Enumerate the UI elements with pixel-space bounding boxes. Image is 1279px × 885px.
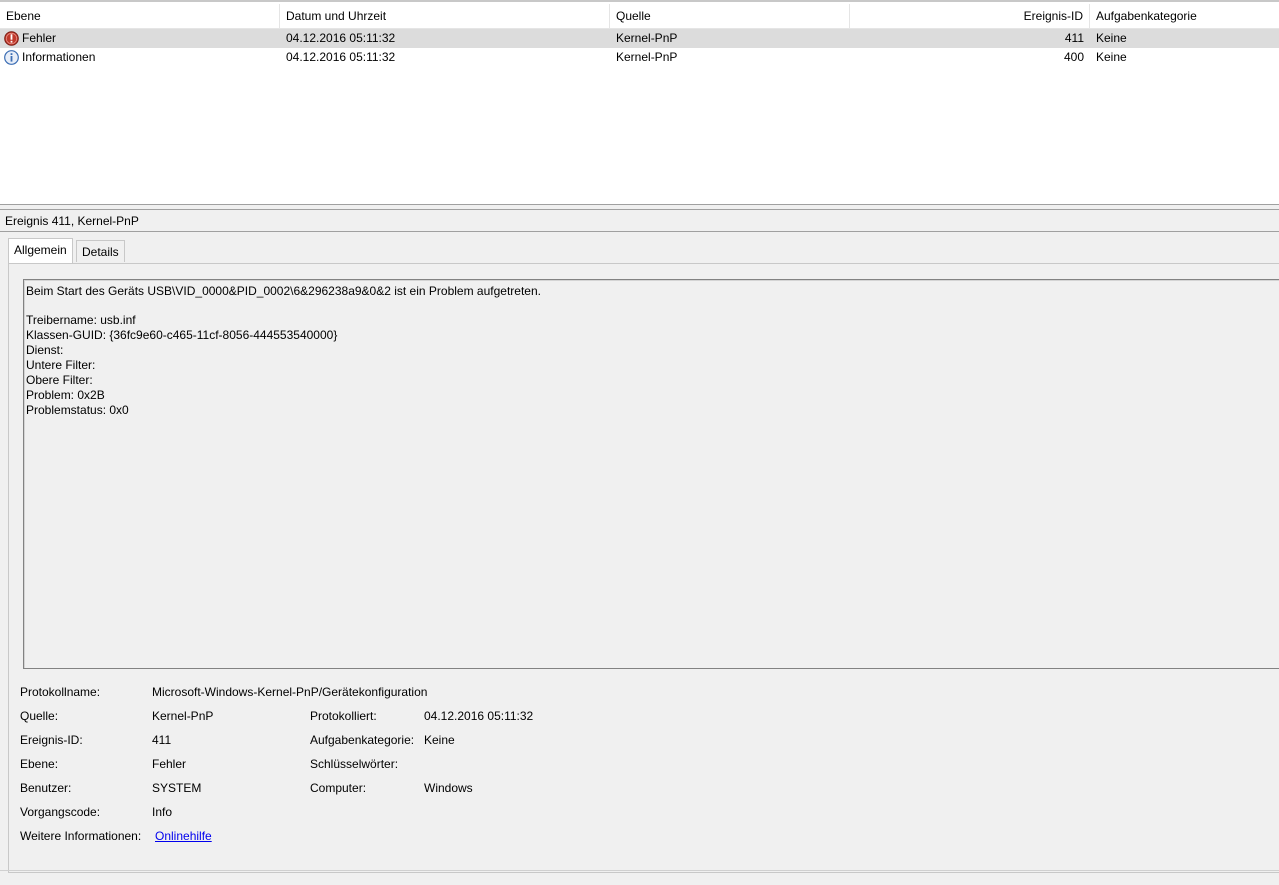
message-line: Treibername: usb.inf xyxy=(26,313,136,327)
column-header-category[interactable]: Aufgabenkategorie xyxy=(1090,4,1279,28)
column-header-level[interactable]: Ebene xyxy=(0,4,280,28)
user-value: SYSTEM xyxy=(152,781,202,795)
computer-value: Windows xyxy=(424,781,473,795)
event-category: Keine xyxy=(1096,31,1127,45)
event-message-box[interactable]: Beim Start des Geräts USB\VID_0000&PID_0… xyxy=(23,279,1279,669)
tab-details[interactable]: Details xyxy=(76,240,125,262)
message-line: Problemstatus: 0x0 xyxy=(26,403,129,417)
user-label: Benutzer: xyxy=(20,781,72,795)
status-divider xyxy=(0,870,1279,871)
message-line: Untere Filter: xyxy=(26,358,96,372)
computer-label: Computer: xyxy=(310,781,367,795)
keywords-label: Schlüsselwörter: xyxy=(310,757,399,771)
event-id-label: Ereignis-ID: xyxy=(20,733,83,747)
category-value: Keine xyxy=(424,733,455,747)
more-info-label: Weitere Informationen: xyxy=(20,829,142,843)
column-header-source[interactable]: Quelle xyxy=(610,4,850,28)
event-level: Fehler xyxy=(22,31,57,45)
level-value: Fehler xyxy=(152,757,187,771)
opcode-label: Vorgangscode: xyxy=(20,805,101,819)
event-list: Ebene Datum und Uhrzeit Quelle Ereignis-… xyxy=(0,0,1279,206)
log-name-value: Microsoft-Windows-Kernel-PnP/Gerätekonfi… xyxy=(152,685,428,699)
event-detail-title: Ereignis 411, Kernel-PnP xyxy=(0,210,1279,232)
column-header-datetime[interactable]: Datum und Uhrzeit xyxy=(280,4,610,28)
source-value: Kernel-PnP xyxy=(152,709,214,723)
message-line: Beim Start des Geräts USB\VID_0000&PID_0… xyxy=(26,284,541,298)
logged-value: 04.12.2016 05:11:32 xyxy=(424,709,534,723)
logged-label: Protokolliert: xyxy=(310,709,377,723)
event-datetime: 04.12.2016 05:11:32 xyxy=(286,31,396,45)
event-source: Kernel-PnP xyxy=(616,50,678,64)
event-list-header: Ebene Datum und Uhrzeit Quelle Ereignis-… xyxy=(0,4,1279,29)
message-line: Problem: 0x2B xyxy=(26,388,105,402)
column-header-event-id[interactable]: Ereignis-ID xyxy=(850,4,1090,28)
category-label: Aufgabenkategorie: xyxy=(310,733,415,747)
source-label: Quelle: xyxy=(20,709,59,723)
event-id-value: 411 xyxy=(152,733,172,747)
event-detail-pane: Ereignis 411, Kernel-PnP Allgemein Detai… xyxy=(0,210,1279,885)
event-datetime: 04.12.2016 05:11:32 xyxy=(286,50,396,64)
event-id: 400 xyxy=(1063,50,1084,64)
message-line: Obere Filter: xyxy=(26,373,93,387)
opcode-value: Info xyxy=(152,805,173,819)
info-icon xyxy=(4,50,19,65)
log-name-label: Protokollname: xyxy=(20,685,101,699)
event-row-info[interactable]: Informationen 04.12.2016 05:11:32 Kernel… xyxy=(0,48,1279,67)
event-level: Informationen xyxy=(22,50,96,64)
level-label: Ebene: xyxy=(20,757,59,771)
event-row-error[interactable]: Fehler 04.12.2016 05:11:32 Kernel-PnP 41… xyxy=(0,29,1279,48)
event-source: Kernel-PnP xyxy=(616,31,678,45)
event-category: Keine xyxy=(1096,50,1127,64)
error-icon xyxy=(4,31,19,46)
tab-general[interactable]: Allgemein xyxy=(8,238,73,263)
event-id: 411 xyxy=(1064,31,1084,45)
message-line: Dienst: xyxy=(26,343,64,357)
online-help-link[interactable]: Onlinehilfe xyxy=(155,828,212,844)
message-line: Klassen-GUID: {36fc9e60-c465-11cf-8056-4… xyxy=(26,328,338,342)
